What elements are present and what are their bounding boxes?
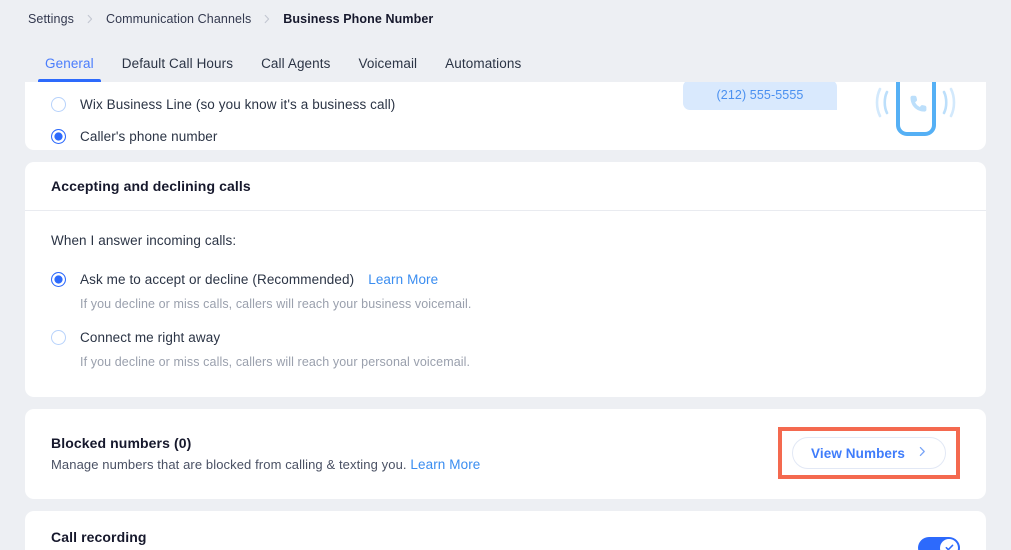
phone-ringing-icon xyxy=(865,82,960,146)
toggle-knob xyxy=(940,538,958,550)
radio-button[interactable] xyxy=(51,329,66,345)
card-subtitle: Manage numbers that are blocked from cal… xyxy=(51,457,480,472)
card-title: Blocked numbers (0) xyxy=(51,434,192,451)
answer-option-connect-right-away[interactable]: Connect me right away If you decline or … xyxy=(51,326,960,369)
tab-default-call-hours[interactable]: Default Call Hours xyxy=(108,56,247,82)
answer-option-help: If you decline or miss calls, callers wi… xyxy=(80,355,471,369)
answer-option-ask-me[interactable]: Ask me to accept or decline (Recommended… xyxy=(51,268,960,311)
blocked-numbers-card: Blocked numbers (0) Manage numbers that … xyxy=(25,409,986,499)
call-recording-toggle[interactable] xyxy=(918,536,960,550)
tab-bar: General Default Call Hours Call Agents V… xyxy=(0,37,1011,82)
view-numbers-button[interactable]: View Numbers xyxy=(792,437,946,469)
tab-automations[interactable]: Automations xyxy=(431,56,535,82)
radio-button-selected[interactable] xyxy=(51,129,66,144)
answer-option-label: Ask me to accept or decline (Recommended… xyxy=(80,271,355,287)
accepting-declining-calls-card: Accepting and declining calls When I ans… xyxy=(25,162,986,397)
blocked-numbers-text: Blocked numbers (0) Manage numbers that … xyxy=(51,435,480,472)
caller-id-card: Wix Business Line (so you know it's a bu… xyxy=(25,82,986,150)
breadcrumb: Settings Communication Channels Business… xyxy=(0,0,1011,37)
radio-button[interactable] xyxy=(51,97,66,112)
card-subtitle-text: Manage numbers that are blocked from cal… xyxy=(51,456,407,472)
card-title: Call recording xyxy=(51,529,147,545)
learn-more-link[interactable]: Learn More xyxy=(368,272,438,287)
highlight-annotation: View Numbers xyxy=(778,427,960,479)
card-body: When I answer incoming calls: Ask me to … xyxy=(25,211,986,397)
phone-number-bubble: (212) 555-5555 xyxy=(683,82,837,110)
radio-button-selected[interactable] xyxy=(51,271,66,287)
chevron-right-icon xyxy=(262,14,272,24)
phone-number-text: (212) 555-5555 xyxy=(716,88,804,102)
tab-voicemail[interactable]: Voicemail xyxy=(344,56,431,82)
call-recording-card: Call recording Record your conversations… xyxy=(25,511,986,550)
breadcrumb-item-business-phone-number: Business Phone Number xyxy=(283,11,434,26)
card-title: Accepting and declining calls xyxy=(51,178,251,194)
call-recording-text: Call recording Record your conversations… xyxy=(51,529,471,550)
field-label: When I answer incoming calls: xyxy=(51,233,237,248)
caller-id-option-label: Wix Business Line (so you know it's a bu… xyxy=(80,97,396,112)
chevron-right-icon xyxy=(918,444,927,462)
chevron-right-icon xyxy=(85,14,95,24)
answer-option-label: Connect me right away xyxy=(80,329,221,345)
card-header: Accepting and declining calls xyxy=(25,162,986,211)
caller-id-illustration: (212) 555-5555 xyxy=(683,82,968,150)
view-numbers-label: View Numbers xyxy=(811,445,905,461)
card-row: Blocked numbers (0) Manage numbers that … xyxy=(25,409,986,499)
breadcrumb-item-settings[interactable]: Settings xyxy=(28,12,74,26)
tab-call-agents[interactable]: Call Agents xyxy=(247,56,344,82)
check-icon xyxy=(945,544,953,550)
answer-option-help: If you decline or miss calls, callers wi… xyxy=(80,297,472,311)
learn-more-link[interactable]: Learn More xyxy=(410,457,480,472)
breadcrumb-item-communication-channels[interactable]: Communication Channels xyxy=(106,12,251,26)
settings-content: Wix Business Line (so you know it's a bu… xyxy=(0,82,1011,550)
card-row: Call recording Record your conversations… xyxy=(25,511,986,550)
caller-id-option-label: Caller's phone number xyxy=(80,129,218,144)
tab-general[interactable]: General xyxy=(31,56,108,82)
